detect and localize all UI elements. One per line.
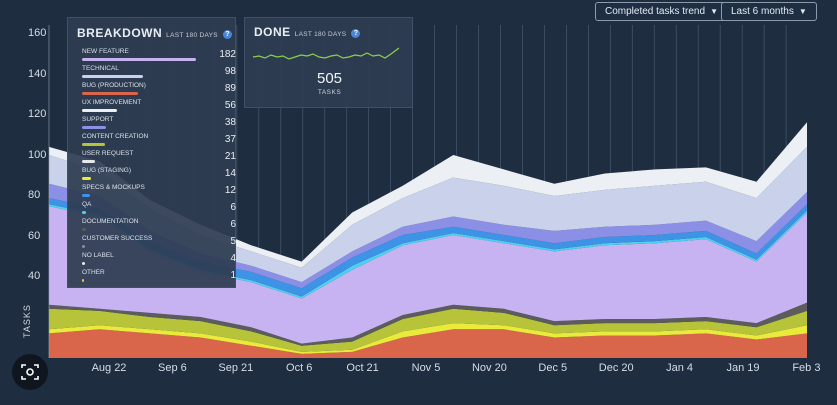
breakdown-item[interactable]: CONTENT CREATION 37 <box>82 133 236 150</box>
x-tick-label: Nov 5 <box>411 362 441 374</box>
breakdown-item[interactable]: CUSTOMER SUCCESS 5 <box>82 235 236 252</box>
breakdown-item[interactable]: UX IMPROVEMENT 56 <box>82 99 236 116</box>
x-tick-label: Dec 20 <box>598 362 634 374</box>
breakdown-item-label: NEW FEATURE <box>82 48 129 55</box>
y-axis-title: TASKS <box>22 304 32 338</box>
y-tick-label: 120 <box>28 108 47 120</box>
x-tick-label: Sep 21 <box>218 362 254 374</box>
x-tick-label: Oct 21 <box>346 362 379 374</box>
y-tick-label: 80 <box>28 189 41 201</box>
image-search-button[interactable] <box>12 354 48 390</box>
breakdown-item-bar <box>82 75 144 78</box>
breakdown-item[interactable]: SUPPORT 38 <box>82 116 236 133</box>
breakdown-item-value: 12 <box>224 185 236 196</box>
breakdown-item-bar <box>82 262 85 265</box>
breakdown-item-value: 38 <box>224 117 236 128</box>
done-count: 505 <box>316 70 343 87</box>
y-tick-label: 100 <box>28 148 47 161</box>
breakdown-item-bar <box>82 177 91 180</box>
trend-dropdown-label: Completed tasks trend <box>605 6 706 17</box>
x-tick-label: Feb 3 <box>792 362 821 374</box>
breakdown-item-bar <box>82 160 96 163</box>
trend-dropdown[interactable]: Completed tasks trend ▼ <box>595 2 728 21</box>
breakdown-item-label: NO LABEL <box>82 252 114 259</box>
breakdown-item-value: 14 <box>224 168 236 179</box>
y-tick-label: 160 <box>28 27 47 39</box>
breakdown-item[interactable]: QA 6 <box>82 201 236 218</box>
y-tick-label: 60 <box>28 229 41 242</box>
done-unit: TASKS <box>317 89 342 96</box>
breakdown-item-label: CONTENT CREATION <box>82 133 149 140</box>
breakdown-item-value: 98 <box>224 66 236 77</box>
breakdown-item-label: SUPPORT <box>82 116 114 123</box>
x-tick-label: Oct 6 <box>286 362 313 374</box>
breakdown-item-label: QA <box>82 201 92 208</box>
breakdown-item-label: UX IMPROVEMENT <box>82 99 142 106</box>
breakdown-item-bar <box>82 92 138 95</box>
range-dropdown[interactable]: Last 6 months ▼ <box>721 2 817 21</box>
breakdown-item-label: TECHNICAL <box>82 65 119 72</box>
chevron-down-icon: ▼ <box>798 7 807 16</box>
breakdown-item-value: 56 <box>224 100 236 111</box>
breakdown-item-label: BUG (PRODUCTION) <box>82 82 146 89</box>
breakdown-item-value: 89 <box>224 83 236 94</box>
range-dropdown-label: Last 6 months <box>731 6 794 17</box>
breakdown-item-label: USER REQUEST <box>82 150 134 157</box>
chevron-down-icon: ▼ <box>710 7 718 16</box>
breakdown-item-value: 182 <box>219 49 236 60</box>
x-tick-label: Sep 6 <box>158 362 187 374</box>
x-tick-label: Aug 22 <box>91 362 127 374</box>
breakdown-item-bar <box>82 279 84 282</box>
breakdown-panel: BREAKDOWN LAST 180 DAYS? NEW FEATURE 182 TE… <box>67 17 236 288</box>
breakdown-item-bar <box>82 245 86 248</box>
breakdown-item-label: BUG (STAGING) <box>82 167 131 174</box>
breakdown-item-value: 21 <box>224 151 236 162</box>
breakdown-item-value: 1 <box>230 270 236 281</box>
breakdown-item-label: SPECS & MOCKUPS <box>82 184 145 191</box>
x-tick-label: Dec 5 <box>538 362 568 374</box>
y-tick-label: 40 <box>28 270 41 282</box>
breakdown-item-label: DOCUMENTATION <box>82 218 139 225</box>
breakdown-item[interactable]: OTHER 1 <box>82 269 236 286</box>
x-tick-label: Jan 4 <box>666 362 694 374</box>
breakdown-item[interactable]: NEW FEATURE 182 <box>82 48 236 65</box>
x-tick-label: Jan 19 <box>726 362 760 374</box>
breakdown-item-bar <box>82 126 106 129</box>
done-panel: DONE LAST 180 DAYS? 505 TASKS <box>244 17 413 108</box>
breakdown-item[interactable]: USER REQUEST 21 <box>82 150 236 167</box>
breakdown-item-value: 37 <box>224 134 236 145</box>
help-icon[interactable]: ? <box>222 30 232 39</box>
breakdown-item-label: CUSTOMER SUCCESS <box>82 235 153 242</box>
breakdown-item-label: OTHER <box>82 269 105 276</box>
breakdown-subtitle: LAST 180 DAYS <box>166 32 218 39</box>
breakdown-item[interactable]: SPECS & MOCKUPS 12 <box>82 184 236 201</box>
breakdown-item-bar <box>82 228 86 231</box>
breakdown-item-value: 5 <box>230 236 236 247</box>
lens-icon <box>21 364 39 380</box>
breakdown-item[interactable]: NO LABEL 4 <box>82 252 236 269</box>
breakdown-item[interactable]: DOCUMENTATION 6 <box>82 218 236 235</box>
breakdown-item[interactable]: BUG (PRODUCTION) 89 <box>82 82 236 99</box>
breakdown-item-bar <box>82 58 196 61</box>
breakdown-item-value: 6 <box>230 202 236 213</box>
breakdown-item[interactable]: TECHNICAL 98 <box>82 65 236 82</box>
breakdown-item-bar <box>82 109 118 112</box>
breakdown-title: BREAKDOWN <box>77 26 163 40</box>
breakdown-item-value: 6 <box>230 219 236 230</box>
breakdown-item-bar <box>82 211 86 214</box>
breakdown-item[interactable]: BUG (STAGING) 14 <box>82 167 236 184</box>
y-tick-label: 140 <box>28 67 47 80</box>
x-tick-label: Nov 20 <box>471 362 507 374</box>
breakdown-item-value: 4 <box>230 253 236 264</box>
breakdown-item-bar <box>82 194 90 197</box>
breakdown-item-bar <box>82 143 106 146</box>
